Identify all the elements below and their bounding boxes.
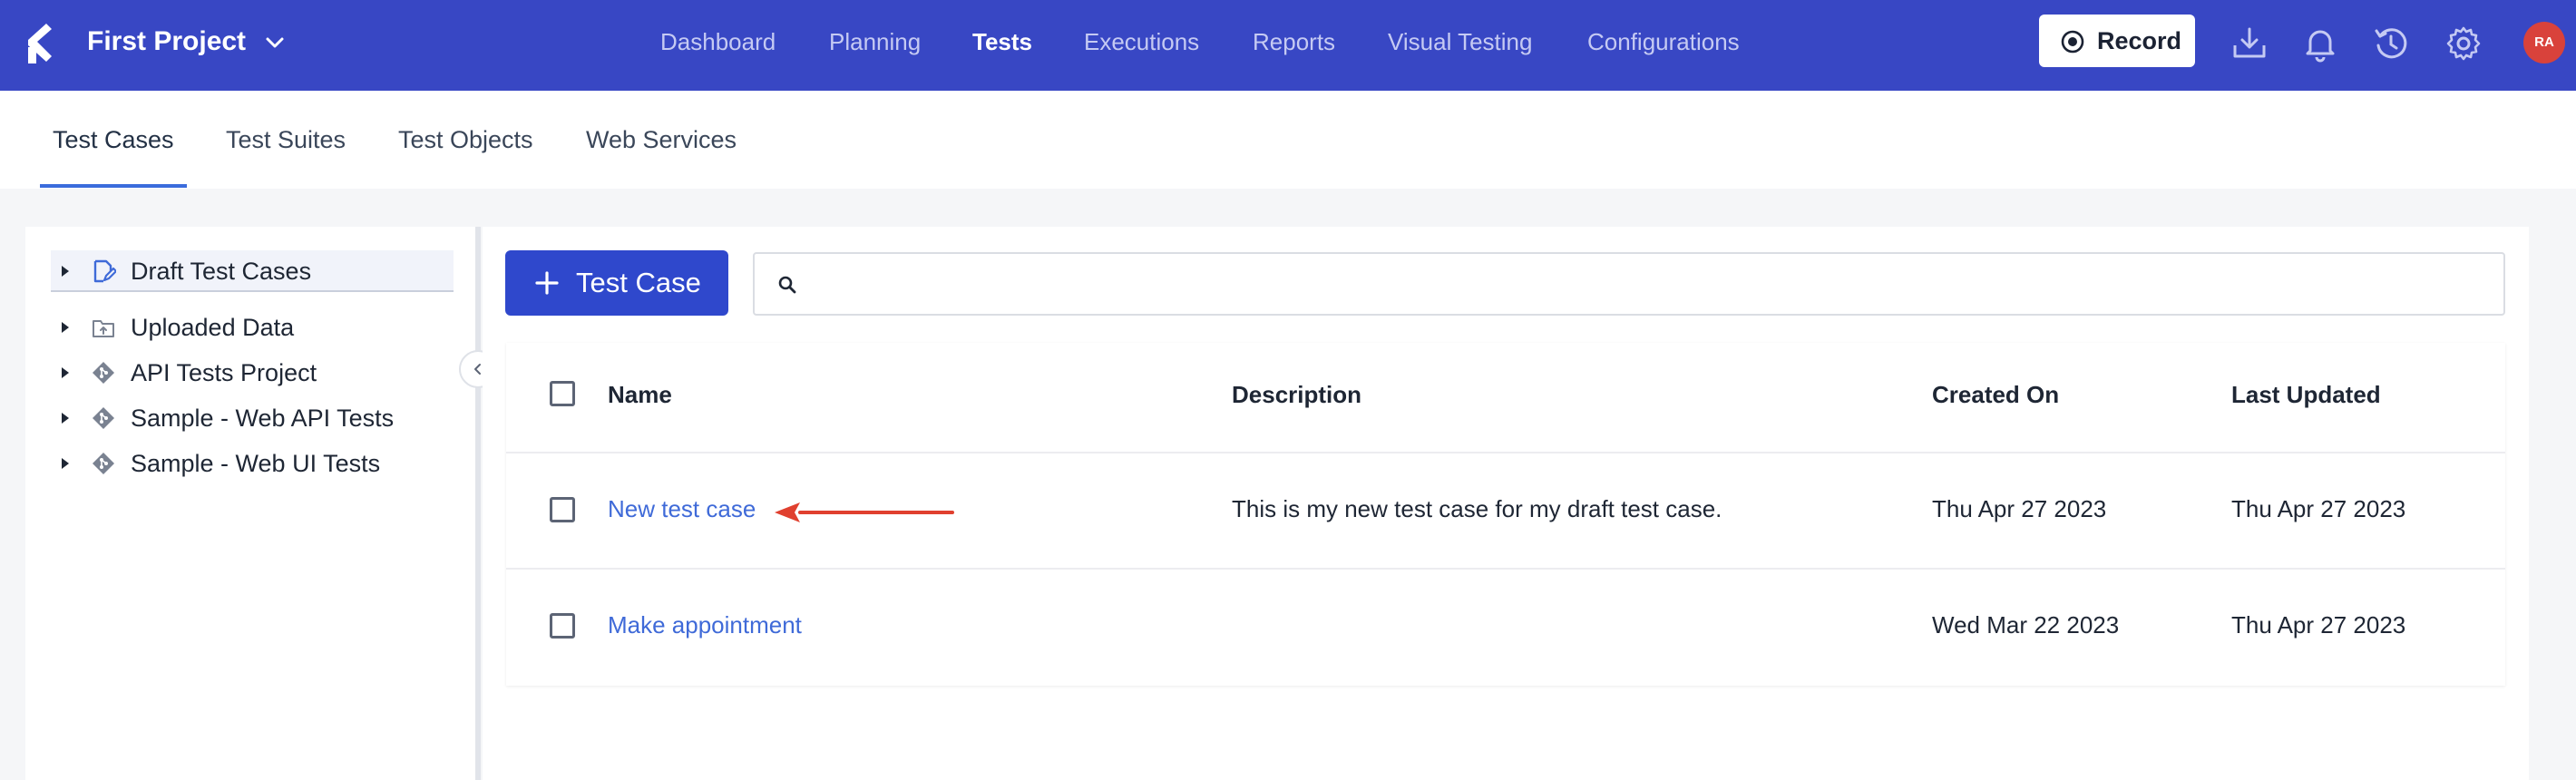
column-header-last-updated[interactable]: Last Updated bbox=[2231, 379, 2381, 410]
add-test-case-button[interactable]: Test Case bbox=[505, 250, 728, 316]
tree-item-draft-test-cases[interactable]: Draft Test Cases bbox=[51, 250, 454, 292]
project-name[interactable]: First Project bbox=[87, 24, 246, 60]
sub-tabs-bar: Test Cases Test Suites Test Objects Web … bbox=[0, 91, 2576, 189]
git-icon bbox=[93, 407, 114, 429]
column-header-name[interactable]: Name bbox=[608, 379, 672, 410]
draft-icon bbox=[93, 259, 116, 283]
annotation-arrow-icon bbox=[775, 502, 954, 522]
nav-tests[interactable]: Tests bbox=[972, 25, 1032, 58]
test-case-name-link[interactable]: Make appointment bbox=[608, 609, 802, 640]
row-checkbox[interactable] bbox=[550, 497, 575, 522]
top-navigation-bar: First Project Dashboard Planning Tests E… bbox=[0, 0, 2576, 91]
nav-planning[interactable]: Planning bbox=[829, 25, 921, 58]
created-on-value: Wed Mar 22 2023 bbox=[1932, 611, 2120, 639]
nav-dashboard[interactable]: Dashboard bbox=[660, 25, 776, 58]
git-icon bbox=[93, 362, 114, 384]
download-icon[interactable] bbox=[2230, 24, 2269, 63]
column-header-description[interactable]: Description bbox=[1232, 379, 1361, 410]
record-button[interactable]: Record bbox=[2039, 15, 2195, 67]
nav-configurations[interactable]: Configurations bbox=[1587, 25, 1740, 58]
panel-splitter[interactable] bbox=[475, 227, 481, 780]
upload-folder-icon bbox=[93, 320, 114, 337]
tree-item-label: Sample - Web API Tests bbox=[131, 405, 395, 432]
table-row[interactable]: Make appointment Wed Mar 22 2023 Thu Apr… bbox=[506, 570, 2505, 684]
gear-icon[interactable] bbox=[2444, 24, 2483, 63]
tree-item-uploaded-data[interactable]: Uploaded Data bbox=[51, 307, 454, 348]
tab-test-suites[interactable]: Test Suites bbox=[226, 123, 346, 156]
caret-right-icon[interactable] bbox=[60, 458, 71, 469]
git-icon bbox=[93, 453, 114, 474]
tab-web-services[interactable]: Web Services bbox=[586, 123, 737, 156]
row-checkbox[interactable] bbox=[550, 613, 575, 639]
add-test-case-label: Test Case bbox=[576, 267, 701, 298]
caret-right-icon[interactable] bbox=[60, 322, 71, 333]
tree-item-sample-web-ui-tests[interactable]: Sample - Web UI Tests bbox=[51, 443, 454, 484]
last-updated-value: Thu Apr 27 2023 bbox=[2231, 495, 2406, 522]
test-explorer-tree: Draft Test Cases Uploaded Data API Tests… bbox=[25, 227, 479, 780]
column-header-created-on[interactable]: Created On bbox=[1932, 379, 2059, 410]
katalon-logo-icon[interactable] bbox=[24, 22, 55, 65]
caret-right-icon[interactable] bbox=[60, 266, 71, 277]
nav-reports[interactable]: Reports bbox=[1253, 25, 1335, 58]
history-icon[interactable] bbox=[2371, 24, 2411, 63]
nav-executions[interactable]: Executions bbox=[1084, 25, 1199, 58]
test-case-name-link[interactable]: New test case bbox=[608, 493, 756, 524]
record-label: Record bbox=[2097, 27, 2182, 54]
bell-icon[interactable] bbox=[2300, 24, 2340, 63]
chevron-down-icon[interactable] bbox=[261, 29, 288, 56]
tree-item-api-tests-project[interactable]: API Tests Project bbox=[51, 352, 454, 394]
tree-item-label: API Tests Project bbox=[131, 359, 317, 386]
search-input[interactable] bbox=[813, 259, 2491, 308]
tree-item-label: Sample - Web UI Tests bbox=[131, 450, 381, 477]
created-on-value: Thu Apr 27 2023 bbox=[1932, 495, 2107, 522]
avatar[interactable]: RA bbox=[2523, 22, 2565, 63]
tab-test-cases[interactable]: Test Cases bbox=[53, 123, 174, 156]
tab-test-objects[interactable]: Test Objects bbox=[398, 123, 533, 156]
search-box bbox=[753, 252, 2505, 316]
tree-item-label: Draft Test Cases bbox=[131, 258, 312, 285]
last-updated-value: Thu Apr 27 2023 bbox=[2231, 611, 2406, 639]
active-tab-underline bbox=[40, 184, 187, 188]
plus-icon bbox=[535, 271, 559, 295]
tree-item-sample-web-api-tests[interactable]: Sample - Web API Tests bbox=[51, 397, 454, 439]
select-all-checkbox[interactable] bbox=[550, 381, 575, 406]
caret-right-icon[interactable] bbox=[60, 367, 71, 378]
test-case-description: This is my new test case for my draft te… bbox=[1232, 495, 1722, 522]
caret-right-icon[interactable] bbox=[60, 413, 71, 424]
search-icon bbox=[778, 276, 796, 294]
record-icon bbox=[2061, 30, 2084, 54]
nav-visual-testing[interactable]: Visual Testing bbox=[1388, 25, 1532, 58]
tree-item-label: Uploaded Data bbox=[131, 314, 295, 341]
